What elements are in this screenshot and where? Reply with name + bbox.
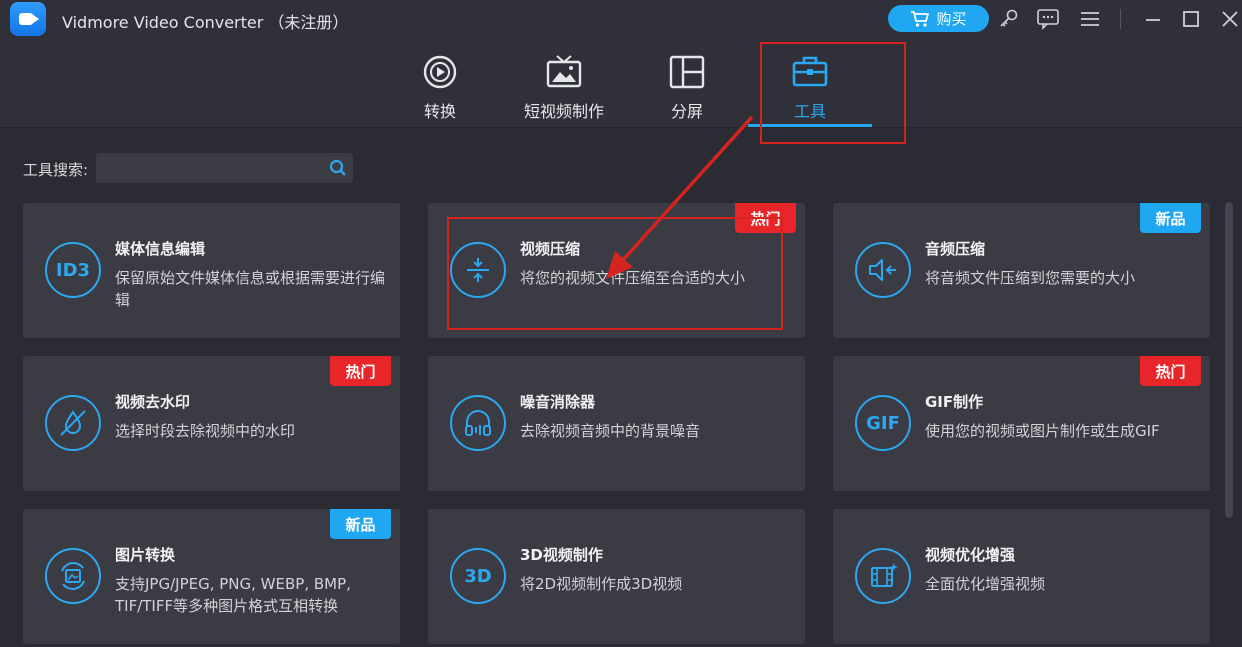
tool-card-image-converter[interactable]: 新品 图片转换 支持JPG/JPEG, PNG, WEBP, BMP, TIF/…	[23, 509, 400, 644]
tool-desc: 将音频文件压缩到您需要的大小	[925, 269, 1136, 287]
mv-icon	[544, 52, 584, 92]
cart-icon	[911, 10, 930, 27]
search-icon[interactable]	[329, 159, 347, 177]
new-badge: 新品	[330, 509, 391, 539]
3d-icon: 3D	[450, 548, 506, 604]
tool-desc: 使用您的视频或图片制作或生成GIF	[925, 422, 1160, 440]
tool-desc: 去除视频音频中的背景噪音	[520, 422, 701, 440]
tool-title: 3D视频制作	[520, 546, 603, 564]
tab-mv[interactable]: 短视频制作	[523, 52, 605, 122]
scrollbar[interactable]	[1225, 202, 1233, 518]
headphones-icon	[450, 395, 506, 451]
annotation-highlight-compress	[447, 217, 783, 330]
main-nav: 转换 短视频制作 分屏 工具	[0, 38, 1242, 128]
close-icon[interactable]	[1217, 6, 1242, 32]
watermark-icon	[45, 395, 101, 451]
tool-title: 视频优化增强	[925, 546, 1016, 564]
buy-button[interactable]: 购买	[888, 5, 989, 32]
tool-card-noise-remover[interactable]: 噪音消除器 去除视频音频中的背景噪音	[428, 356, 805, 491]
convert-icon	[420, 52, 460, 92]
collage-icon	[667, 52, 707, 92]
gif-icon: GIF	[855, 395, 911, 451]
tool-desc: 将2D视频制作成3D视频	[520, 575, 683, 593]
audio-compress-icon	[855, 242, 911, 298]
enhance-icon	[855, 548, 911, 604]
tool-desc: 支持JPG/JPEG, PNG, WEBP, BMP, TIF/TIFF等多种图…	[115, 575, 351, 615]
tool-title: 音频压缩	[925, 240, 986, 258]
tab-convert-label: 转换	[423, 102, 456, 121]
hot-badge: 热门	[330, 356, 391, 386]
tab-collage[interactable]: 分屏	[667, 52, 707, 122]
tool-desc: 选择时段去除视频中的水印	[115, 422, 296, 440]
tool-card-gif-maker[interactable]: 热门 GIF GIF制作 使用您的视频或图片制作或生成GIF	[833, 356, 1210, 491]
titlebar-divider	[1120, 9, 1121, 29]
hot-badge: 热门	[1140, 356, 1201, 386]
tool-card-video-enhancer[interactable]: 视频优化增强 全面优化增强视频	[833, 509, 1210, 644]
menu-icon[interactable]	[1077, 6, 1103, 32]
image-convert-icon	[45, 548, 101, 604]
title-bar: Vidmore Video Converter （未注册） 购买	[0, 0, 1242, 38]
search-box	[96, 153, 353, 183]
tool-title: 视频去水印	[115, 393, 191, 411]
window-title: Vidmore Video Converter （未注册）	[62, 13, 349, 32]
tab-mv-label: 短视频制作	[523, 102, 604, 121]
id3-icon: ID3	[45, 242, 101, 298]
tool-card-watermark-remover[interactable]: 热门 视频去水印 选择时段去除视频中的水印	[23, 356, 400, 491]
tool-desc: 全面优化增强视频	[925, 575, 1046, 593]
app-logo-icon	[10, 2, 46, 36]
tab-collage-label: 分屏	[670, 102, 703, 121]
tool-card-media-info[interactable]: ID3 媒体信息编辑 保留原始文件媒体信息或根据需要进行编辑	[23, 203, 400, 338]
tool-card-3d-maker[interactable]: 3D 3D视频制作 将2D视频制作成3D视频	[428, 509, 805, 644]
search-input[interactable]	[96, 153, 321, 183]
annotation-highlight-toolbox	[760, 42, 906, 144]
tool-title: GIF制作	[925, 393, 984, 411]
minimize-icon[interactable]	[1140, 6, 1166, 32]
feedback-icon[interactable]	[1035, 6, 1061, 32]
tool-title: 噪音消除器	[520, 393, 596, 411]
buy-label: 购买	[936, 10, 967, 28]
new-badge: 新品	[1140, 203, 1201, 233]
search-label: 工具搜索:	[23, 161, 89, 179]
tool-title: 媒体信息编辑	[115, 240, 206, 258]
maximize-icon[interactable]	[1178, 6, 1204, 32]
tool-desc: 保留原始文件媒体信息或根据需要进行编辑	[115, 269, 386, 309]
tab-convert[interactable]: 转换	[420, 52, 460, 122]
tool-card-audio-compress[interactable]: 新品 音频压缩 将音频文件压缩到您需要的大小	[833, 203, 1210, 338]
key-icon[interactable]	[996, 6, 1022, 32]
tool-title: 图片转换	[115, 546, 176, 564]
